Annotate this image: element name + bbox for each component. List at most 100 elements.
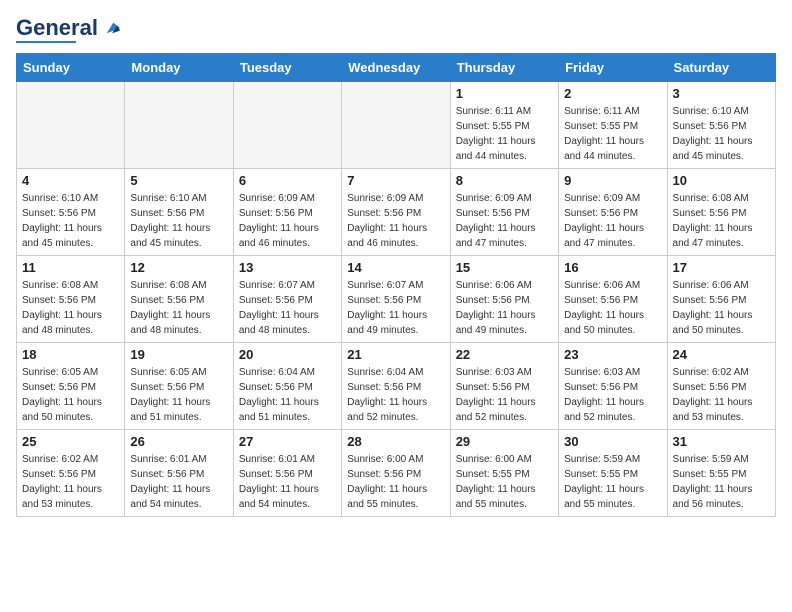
day-number: 30 — [564, 434, 661, 449]
calendar-cell: 23 Sunrise: 6:03 AM Sunset: 5:56 PM Dayl… — [559, 343, 667, 430]
page-header: General — [16, 16, 776, 43]
calendar-cell: 6 Sunrise: 6:09 AM Sunset: 5:56 PM Dayli… — [233, 169, 341, 256]
day-number: 24 — [673, 347, 770, 362]
day-number: 16 — [564, 260, 661, 275]
day-info: Sunrise: 6:05 AM Sunset: 5:56 PM Dayligh… — [130, 365, 227, 425]
day-number: 15 — [456, 260, 553, 275]
calendar-cell: 26 Sunrise: 6:01 AM Sunset: 5:56 PM Dayl… — [125, 430, 233, 517]
day-info: Sunrise: 6:10 AM Sunset: 5:56 PM Dayligh… — [673, 104, 770, 164]
calendar-table: SundayMondayTuesdayWednesdayThursdayFrid… — [16, 53, 776, 517]
calendar-cell: 29 Sunrise: 6:00 AM Sunset: 5:55 PM Dayl… — [450, 430, 558, 517]
day-info: Sunrise: 6:04 AM Sunset: 5:56 PM Dayligh… — [239, 365, 336, 425]
day-info: Sunrise: 6:08 AM Sunset: 5:56 PM Dayligh… — [130, 278, 227, 338]
calendar-cell: 31 Sunrise: 5:59 AM Sunset: 5:55 PM Dayl… — [667, 430, 775, 517]
calendar-cell: 8 Sunrise: 6:09 AM Sunset: 5:56 PM Dayli… — [450, 169, 558, 256]
day-number: 11 — [22, 260, 119, 275]
calendar-cell: 3 Sunrise: 6:10 AM Sunset: 5:56 PM Dayli… — [667, 82, 775, 169]
calendar-cell: 18 Sunrise: 6:05 AM Sunset: 5:56 PM Dayl… — [17, 343, 125, 430]
day-info: Sunrise: 6:00 AM Sunset: 5:55 PM Dayligh… — [456, 452, 553, 512]
day-info: Sunrise: 5:59 AM Sunset: 5:55 PM Dayligh… — [564, 452, 661, 512]
calendar-cell: 10 Sunrise: 6:08 AM Sunset: 5:56 PM Dayl… — [667, 169, 775, 256]
calendar-cell: 7 Sunrise: 6:09 AM Sunset: 5:56 PM Dayli… — [342, 169, 450, 256]
calendar-week-4: 18 Sunrise: 6:05 AM Sunset: 5:56 PM Dayl… — [17, 343, 776, 430]
day-info: Sunrise: 6:02 AM Sunset: 5:56 PM Dayligh… — [22, 452, 119, 512]
day-header-friday: Friday — [559, 54, 667, 82]
day-info: Sunrise: 6:09 AM Sunset: 5:56 PM Dayligh… — [564, 191, 661, 251]
calendar-week-1: 1 Sunrise: 6:11 AM Sunset: 5:55 PM Dayli… — [17, 82, 776, 169]
day-info: Sunrise: 6:07 AM Sunset: 5:56 PM Dayligh… — [347, 278, 444, 338]
day-number: 10 — [673, 173, 770, 188]
calendar-cell: 14 Sunrise: 6:07 AM Sunset: 5:56 PM Dayl… — [342, 256, 450, 343]
day-info: Sunrise: 6:10 AM Sunset: 5:56 PM Dayligh… — [130, 191, 227, 251]
day-info: Sunrise: 6:07 AM Sunset: 5:56 PM Dayligh… — [239, 278, 336, 338]
day-info: Sunrise: 6:11 AM Sunset: 5:55 PM Dayligh… — [564, 104, 661, 164]
day-info: Sunrise: 5:59 AM Sunset: 5:55 PM Dayligh… — [673, 452, 770, 512]
day-number: 28 — [347, 434, 444, 449]
day-number: 14 — [347, 260, 444, 275]
day-info: Sunrise: 6:01 AM Sunset: 5:56 PM Dayligh… — [130, 452, 227, 512]
day-number: 23 — [564, 347, 661, 362]
day-info: Sunrise: 6:06 AM Sunset: 5:56 PM Dayligh… — [456, 278, 553, 338]
calendar-cell — [342, 82, 450, 169]
calendar-cell: 30 Sunrise: 5:59 AM Sunset: 5:55 PM Dayl… — [559, 430, 667, 517]
calendar-cell: 28 Sunrise: 6:00 AM Sunset: 5:56 PM Dayl… — [342, 430, 450, 517]
day-info: Sunrise: 6:09 AM Sunset: 5:56 PM Dayligh… — [347, 191, 444, 251]
day-info: Sunrise: 6:00 AM Sunset: 5:56 PM Dayligh… — [347, 452, 444, 512]
calendar-cell: 17 Sunrise: 6:06 AM Sunset: 5:56 PM Dayl… — [667, 256, 775, 343]
day-info: Sunrise: 6:11 AM Sunset: 5:55 PM Dayligh… — [456, 104, 553, 164]
day-number: 17 — [673, 260, 770, 275]
day-number: 2 — [564, 86, 661, 101]
calendar-cell: 5 Sunrise: 6:10 AM Sunset: 5:56 PM Dayli… — [125, 169, 233, 256]
day-number: 19 — [130, 347, 227, 362]
calendar-cell: 16 Sunrise: 6:06 AM Sunset: 5:56 PM Dayl… — [559, 256, 667, 343]
day-number: 1 — [456, 86, 553, 101]
calendar-cell: 2 Sunrise: 6:11 AM Sunset: 5:55 PM Dayli… — [559, 82, 667, 169]
day-number: 6 — [239, 173, 336, 188]
day-info: Sunrise: 6:10 AM Sunset: 5:56 PM Dayligh… — [22, 191, 119, 251]
logo-icon — [100, 18, 120, 38]
day-info: Sunrise: 6:08 AM Sunset: 5:56 PM Dayligh… — [22, 278, 119, 338]
calendar-cell: 24 Sunrise: 6:02 AM Sunset: 5:56 PM Dayl… — [667, 343, 775, 430]
calendar-week-3: 11 Sunrise: 6:08 AM Sunset: 5:56 PM Dayl… — [17, 256, 776, 343]
calendar-cell: 13 Sunrise: 6:07 AM Sunset: 5:56 PM Dayl… — [233, 256, 341, 343]
day-info: Sunrise: 6:01 AM Sunset: 5:56 PM Dayligh… — [239, 452, 336, 512]
day-header-thursday: Thursday — [450, 54, 558, 82]
day-number: 22 — [456, 347, 553, 362]
calendar-cell: 12 Sunrise: 6:08 AM Sunset: 5:56 PM Dayl… — [125, 256, 233, 343]
day-number: 8 — [456, 173, 553, 188]
day-header-wednesday: Wednesday — [342, 54, 450, 82]
day-header-sunday: Sunday — [17, 54, 125, 82]
day-number: 3 — [673, 86, 770, 101]
calendar-cell: 19 Sunrise: 6:05 AM Sunset: 5:56 PM Dayl… — [125, 343, 233, 430]
calendar-cell: 25 Sunrise: 6:02 AM Sunset: 5:56 PM Dayl… — [17, 430, 125, 517]
calendar-cell: 27 Sunrise: 6:01 AM Sunset: 5:56 PM Dayl… — [233, 430, 341, 517]
calendar-cell: 11 Sunrise: 6:08 AM Sunset: 5:56 PM Dayl… — [17, 256, 125, 343]
day-number: 21 — [347, 347, 444, 362]
calendar-week-2: 4 Sunrise: 6:10 AM Sunset: 5:56 PM Dayli… — [17, 169, 776, 256]
calendar-week-5: 25 Sunrise: 6:02 AM Sunset: 5:56 PM Dayl… — [17, 430, 776, 517]
day-number: 4 — [22, 173, 119, 188]
calendar-cell — [125, 82, 233, 169]
day-info: Sunrise: 6:03 AM Sunset: 5:56 PM Dayligh… — [564, 365, 661, 425]
day-number: 7 — [347, 173, 444, 188]
day-number: 26 — [130, 434, 227, 449]
calendar-cell: 1 Sunrise: 6:11 AM Sunset: 5:55 PM Dayli… — [450, 82, 558, 169]
logo: General — [16, 16, 120, 43]
day-info: Sunrise: 6:06 AM Sunset: 5:56 PM Dayligh… — [673, 278, 770, 338]
calendar-cell: 15 Sunrise: 6:06 AM Sunset: 5:56 PM Dayl… — [450, 256, 558, 343]
day-header-saturday: Saturday — [667, 54, 775, 82]
calendar-cell: 22 Sunrise: 6:03 AM Sunset: 5:56 PM Dayl… — [450, 343, 558, 430]
calendar-cell: 4 Sunrise: 6:10 AM Sunset: 5:56 PM Dayli… — [17, 169, 125, 256]
day-number: 20 — [239, 347, 336, 362]
calendar-cell — [17, 82, 125, 169]
day-number: 29 — [456, 434, 553, 449]
day-number: 25 — [22, 434, 119, 449]
day-number: 31 — [673, 434, 770, 449]
calendar-cell: 21 Sunrise: 6:04 AM Sunset: 5:56 PM Dayl… — [342, 343, 450, 430]
day-info: Sunrise: 6:09 AM Sunset: 5:56 PM Dayligh… — [456, 191, 553, 251]
day-header-tuesday: Tuesday — [233, 54, 341, 82]
day-number: 9 — [564, 173, 661, 188]
day-info: Sunrise: 6:08 AM Sunset: 5:56 PM Dayligh… — [673, 191, 770, 251]
day-info: Sunrise: 6:09 AM Sunset: 5:56 PM Dayligh… — [239, 191, 336, 251]
day-info: Sunrise: 6:03 AM Sunset: 5:56 PM Dayligh… — [456, 365, 553, 425]
